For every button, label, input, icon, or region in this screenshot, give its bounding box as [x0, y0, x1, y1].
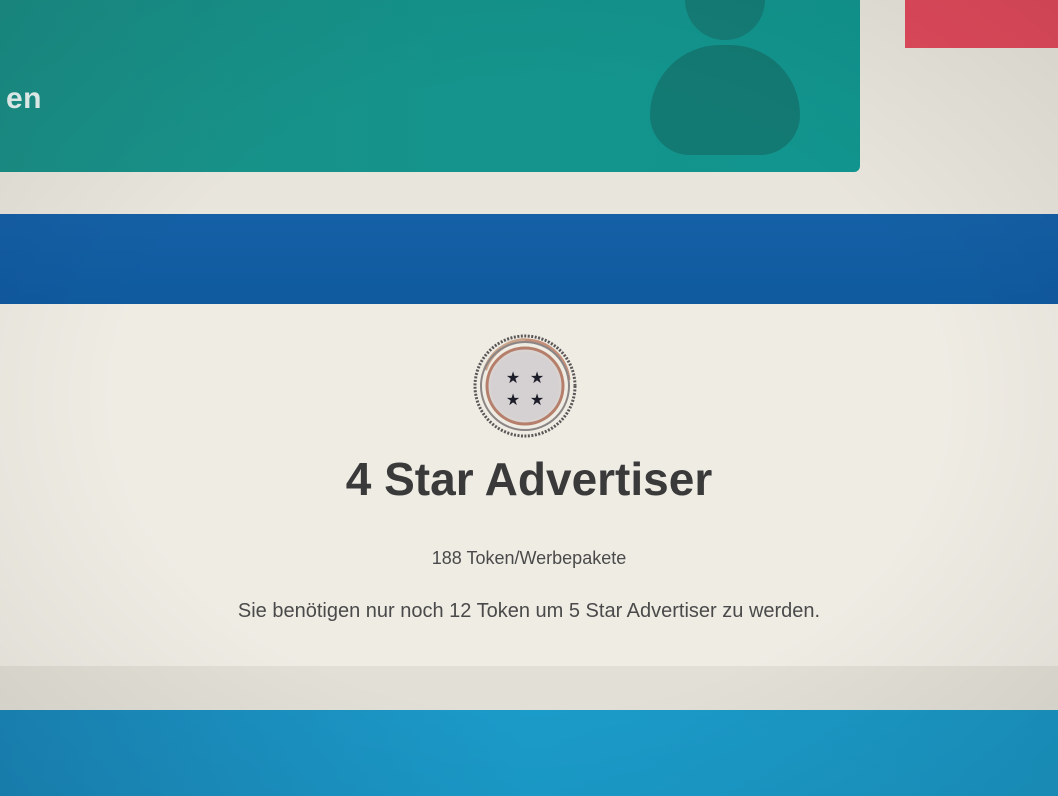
svg-text:★: ★: [530, 368, 544, 387]
divider-band: [0, 666, 1058, 710]
svg-text:★: ★: [506, 390, 520, 409]
svg-text:★: ★: [530, 390, 544, 409]
top-card-label: en: [6, 82, 43, 115]
top-teal-card[interactable]: en: [0, 0, 860, 172]
top-red-card[interactable]: [905, 0, 1058, 48]
token-count: 188 Token/Werbepakete: [431, 548, 627, 568]
screen: en ★ ★ ★ ★ 4 Star Advertiser 188 Token/W…: [0, 0, 1058, 796]
blue-header-band: [0, 214, 1058, 304]
rank-title: 4 Star Advertiser: [345, 453, 713, 505]
four-star-badge-icon: ★ ★ ★ ★: [469, 330, 581, 442]
svg-text:★: ★: [506, 368, 520, 387]
bottom-blue-band: [0, 710, 1058, 796]
user-avatar-icon: [650, 0, 800, 160]
next-rank-hint: Sie benötigen nur noch 12 Token um 5 Sta…: [237, 600, 821, 622]
